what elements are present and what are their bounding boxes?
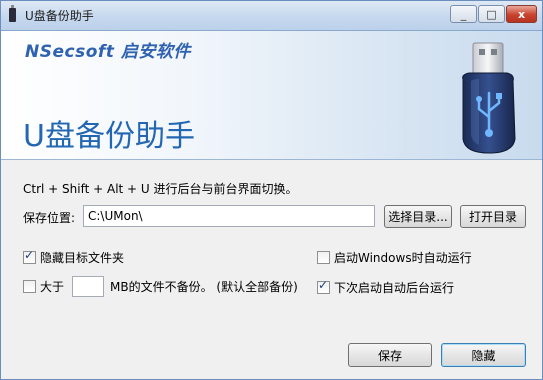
size-limit-suffix: MB的文件不备份。 (默认全部备份) bbox=[110, 280, 298, 294]
save-button[interactable]: 保存 bbox=[348, 343, 432, 367]
close-button[interactable]: x bbox=[506, 5, 537, 23]
next-start-background-label: 下次启动自动后台运行 bbox=[334, 281, 455, 295]
save-path-label: 保存位置: bbox=[23, 211, 76, 225]
usb-drive-illustration-icon bbox=[462, 42, 516, 154]
app-window: U盘备份助手 _ □ x NSecsoft 启安软件 U盘备份助手 Ctrl +… bbox=[0, 0, 543, 380]
size-limit-prefix: 大于 bbox=[40, 280, 65, 294]
next-start-background-checkbox[interactable] bbox=[317, 278, 330, 294]
hide-folder-option[interactable]: 隐藏目标文件夹 bbox=[23, 248, 125, 266]
maximize-button[interactable]: □ bbox=[478, 5, 505, 23]
title-bar[interactable]: U盘备份助手 _ □ x bbox=[1, 1, 542, 31]
header-banner: NSecsoft 启安软件 U盘备份助手 bbox=[1, 31, 542, 160]
size-limit-input[interactable] bbox=[72, 276, 105, 297]
size-limit-checkbox[interactable] bbox=[23, 280, 36, 293]
window-title: U盘备份助手 bbox=[25, 9, 94, 23]
minimize-button[interactable]: _ bbox=[450, 5, 477, 23]
banner-title: U盘备份助手 bbox=[23, 119, 195, 154]
maximize-icon: □ bbox=[486, 7, 497, 21]
hide-folder-checkbox[interactable] bbox=[23, 248, 36, 264]
brand-logo: NSecsoft 启安软件 bbox=[25, 42, 191, 62]
usb-drive-icon bbox=[9, 5, 16, 22]
next-start-background-option[interactable]: 下次启动自动后台运行 bbox=[317, 278, 455, 296]
start-with-windows-label: 启动Windows时自动运行 bbox=[334, 251, 472, 265]
main-panel: Ctrl + Shift + Alt + U 进行后台与前台界面切换。 保存位置… bbox=[1, 160, 542, 379]
start-with-windows-option[interactable]: 启动Windows时自动运行 bbox=[317, 249, 472, 266]
size-limit-option[interactable]: 大于 MB的文件不备份。 (默认全部备份) bbox=[23, 276, 298, 297]
hotkey-info-text: Ctrl + Shift + Alt + U 进行后台与前台界面切换。 bbox=[23, 182, 298, 196]
minimize-icon: _ bbox=[460, 7, 467, 21]
browse-directory-button[interactable]: 选择目录... bbox=[384, 205, 452, 228]
open-directory-button[interactable]: 打开目录 bbox=[460, 205, 526, 228]
hide-folder-label: 隐藏目标文件夹 bbox=[40, 251, 125, 265]
save-path-input[interactable]: C:\UMon\ bbox=[83, 205, 375, 227]
start-with-windows-checkbox[interactable] bbox=[317, 251, 330, 264]
close-icon: x bbox=[517, 7, 526, 21]
hide-button[interactable]: 隐藏 bbox=[441, 343, 526, 367]
